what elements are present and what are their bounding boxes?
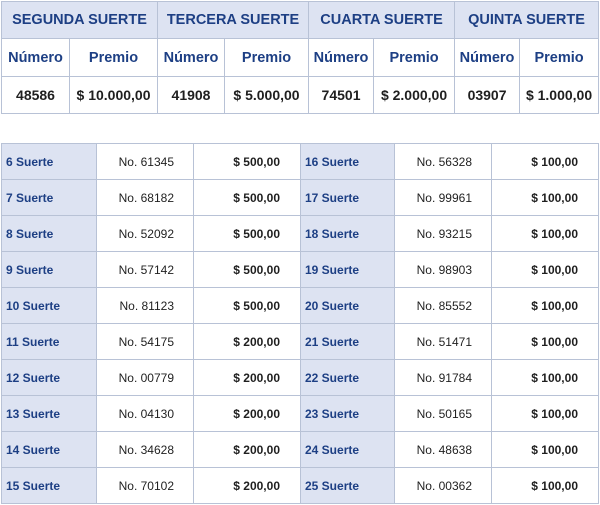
prize-amount: $ 5.000,00 [223,76,310,114]
suerte-label: 23 Suerte [300,395,395,432]
ticket-number: No. 93215 [394,215,492,252]
prize-amount: $ 100,00 [491,431,599,468]
table-row: 15 Suerte No. 70102 $ 200,00 25 Suerte No. 0… [1,467,599,504]
prize-amount: $ 100,00 [491,251,599,288]
cuarta-suerte-title: CUARTA SUERTE [308,1,456,39]
table-row: 11 Suerte No. 54175 $ 200,00 21 Suerte No. 5… [1,323,599,360]
ticket-number: No. 56328 [394,143,492,180]
prize-amount: $ 500,00 [193,251,301,288]
table-row: 14 Suerte No. 34628 $ 200,00 24 Suerte No. 4… [1,431,599,468]
ticket-number: No. 81123 [96,287,194,324]
numero-header: Número [157,38,225,77]
suerte-label: 11 Suerte [1,323,97,360]
premio-header: Premio [519,38,600,77]
secondary-prizes-table: 6 Suerte No. 61345 $ 500,00 16 Suerte No. 56… [1,143,599,504]
suerte-label: 7 Suerte [1,179,97,216]
ticket-number: No. 34628 [96,431,194,468]
ticket-number: No. 57142 [96,251,194,288]
numero-header: Número [308,38,375,77]
suerte-label: 15 Suerte [1,467,97,504]
ticket-number: No. 54175 [96,323,194,360]
tercera-suerte-title: TERCERA SUERTE [156,1,310,39]
prize-amount: $ 500,00 [193,179,301,216]
prize-amount: $ 100,00 [491,143,599,180]
prize-amount: $ 200,00 [193,467,301,504]
ticket-number: No. 04130 [96,395,194,432]
suerte-label: 9 Suerte [1,251,97,288]
table-row: 9 Suerte No. 57142 $ 500,00 19 Suerte No. 98… [1,251,599,288]
ticket-number: No. 61345 [96,143,194,180]
prize-amount: $ 100,00 [491,179,599,216]
suerte-label: 12 Suerte [1,359,97,396]
table-row: 12 Suerte No. 00779 $ 200,00 22 Suerte No. 9… [1,359,599,396]
numero-header: Número [1,38,70,77]
prize-amount: $ 100,00 [491,467,599,504]
ticket-number: No. 51471 [394,323,492,360]
suerte-label: 6 Suerte [1,143,97,180]
ticket-number: No. 68182 [96,179,194,216]
segunda-suerte-title: SEGUNDA SUERTE [1,1,158,39]
ticket-number: No. 98903 [394,251,492,288]
suerte-label: 17 Suerte [300,179,395,216]
table-row: 10 Suerte No. 81123 $ 500,00 20 Suerte No. 8… [1,287,599,324]
ticket-number: No. 48638 [394,431,492,468]
winning-number: 74501 [308,76,375,114]
table-row: 13 Suerte No. 04130 $ 200,00 23 Suerte No. 5… [1,395,599,432]
main-prizes-table: SEGUNDA SUERTE TERCERA SUERTE CUARTA SUE… [1,1,600,114]
prize-amount: $ 500,00 [193,287,301,324]
prize-amount: $ 100,00 [491,359,599,396]
premio-header: Premio [69,38,158,77]
prize-amount: $ 100,00 [491,395,599,432]
winning-number: 48586 [1,76,70,114]
prize-amount: $ 10.000,00 [69,76,158,114]
prize-amount: $ 500,00 [193,143,301,180]
ticket-number: No. 91784 [394,359,492,396]
prize-amount: $ 100,00 [491,287,599,324]
table-row: 8 Suerte No. 52092 $ 500,00 18 Suerte No. 93… [1,215,599,252]
numero-header: Número [454,38,521,77]
table-row: 6 Suerte No. 61345 $ 500,00 16 Suerte No. 56… [1,143,599,180]
prize-amount: $ 200,00 [193,359,301,396]
ticket-number: No. 70102 [96,467,194,504]
suerte-label: 22 Suerte [300,359,395,396]
suerte-label: 16 Suerte [300,143,395,180]
prize-amount: $ 1.000,00 [519,76,600,114]
premio-header: Premio [373,38,456,77]
ticket-number: No. 00779 [96,359,194,396]
ticket-number: No. 52092 [96,215,194,252]
prize-amount: $ 200,00 [193,323,301,360]
suerte-label: 18 Suerte [300,215,395,252]
ticket-number: No. 85552 [394,287,492,324]
suerte-label: 25 Suerte [300,467,395,504]
prize-amount: $ 100,00 [491,215,599,252]
suerte-label: 20 Suerte [300,287,395,324]
prize-amount: $ 100,00 [491,323,599,360]
prize-amount: $ 200,00 [193,395,301,432]
ticket-number: No. 00362 [394,467,492,504]
suerte-label: 13 Suerte [1,395,97,432]
suerte-label: 19 Suerte [300,251,395,288]
premio-header: Premio [223,38,310,77]
winning-number: 41908 [157,76,225,114]
winning-number: 03907 [454,76,521,114]
suerte-label: 21 Suerte [300,323,395,360]
prize-amount: $ 500,00 [193,215,301,252]
prize-amount: $ 200,00 [193,431,301,468]
ticket-number: No. 99961 [394,179,492,216]
suerte-label: 24 Suerte [300,431,395,468]
suerte-label: 14 Suerte [1,431,97,468]
quinta-suerte-title: QUINTA SUERTE [454,1,600,39]
table-row: 7 Suerte No. 68182 $ 500,00 17 Suerte No. 99… [1,179,599,216]
prize-amount: $ 2.000,00 [373,76,456,114]
ticket-number: No. 50165 [394,395,492,432]
suerte-label: 10 Suerte [1,287,97,324]
suerte-label: 8 Suerte [1,215,97,252]
